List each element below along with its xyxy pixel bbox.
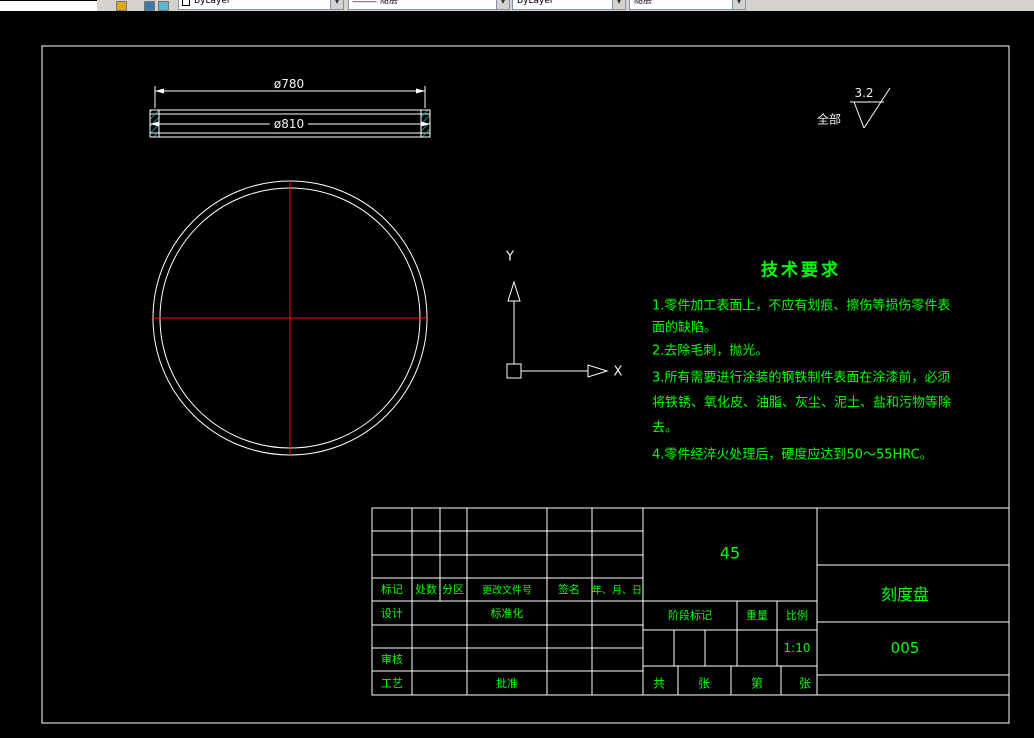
titleblock-label-stage: 阶段标记 [668, 609, 712, 622]
titleblock-label-scale: 比例 [786, 609, 808, 622]
chevron-down-icon[interactable]: ▾ [496, 0, 509, 9]
linetype-control-value: 随层 [380, 0, 399, 6]
dim-outer-diameter-text: ø780 [273, 77, 305, 91]
color-swatch-icon [182, 0, 190, 6]
titleblock-label-sheet2: 张 [798, 676, 812, 691]
lineweight-control-value: ByLayer [517, 0, 554, 6]
titleblock-label-date: 年、月、日 [592, 585, 642, 597]
tech-requirement-line: 去。 [652, 420, 679, 436]
top-toolbar: ByLayer ▾ ——— 随层 ▾ ByLayer ▾ 随层 ▾ [0, 0, 1034, 11]
titleblock-label-total: 共 [652, 676, 666, 691]
tech-requirement-line: 2.去除毛刺，抛光。 [652, 343, 769, 359]
plotstyle-control-combo[interactable]: 随层 ▾ [629, 0, 746, 10]
plotstyle-control-value: 随层 [634, 0, 653, 6]
titleblock-label-standardize: 标准化 [490, 607, 524, 620]
titleblock-part-name: 刻度盘 [880, 585, 930, 604]
tech-requirement-line: 1.零件加工表面上，不应有划痕、擦伤等损伤零件表 [652, 298, 951, 314]
titleblock-material: 45 [719, 543, 741, 563]
cad-window: ø780 ø810 Y X 全部 3.2 技术要求 1.零件加工表面上，不应有划… [0, 0, 1034, 738]
titleblock-label-approve: 批准 [496, 677, 518, 690]
titleblock-label-design: 设计 [381, 607, 403, 620]
titleblock-label-sheet1: 张 [697, 676, 711, 691]
linetype-glyph-icon: ——— [352, 0, 377, 7]
titleblock-label-qty: 处数 [415, 583, 437, 596]
toolbar-icon-2[interactable] [144, 1, 155, 11]
tech-requirement-line: 3.所有需要进行涂装的钢铁制件表面在涂漆前，必须 [652, 370, 951, 386]
tech-requirement-line: 面的缺陷。 [652, 320, 718, 336]
tech-requirements-title: 技术要求 [761, 260, 841, 281]
surface-scope-text: 全部 [816, 112, 842, 127]
titleblock-label-weight: 重量 [746, 609, 768, 622]
dim-overall-diameter-text: ø810 [269, 117, 309, 131]
titleblock-label-sign: 签名 [558, 583, 580, 596]
toolbar-icon-3[interactable] [158, 1, 169, 11]
ucs-y-label: Y [506, 249, 514, 265]
titleblock-label-mark: 标记 [381, 583, 403, 596]
titleblock-scale-value: 1:10 [783, 641, 811, 655]
part-front-view[interactable] [152, 180, 428, 456]
chevron-down-icon[interactable]: ▾ [732, 0, 745, 9]
chevron-down-icon[interactable]: ▾ [330, 0, 343, 9]
tech-requirement-line: 4.零件经淬火处理后，硬度应达到50～55HRC。 [652, 447, 933, 463]
toolbar-left-panel [0, 0, 97, 11]
color-control-value: ByLayer [194, 0, 231, 6]
ucs-x-label: X [613, 364, 623, 380]
toolbar-icon-1[interactable] [116, 1, 127, 11]
titleblock-label-no: 第 [750, 676, 764, 691]
lineweight-control-combo[interactable]: ByLayer ▾ [512, 0, 626, 10]
color-control-combo[interactable]: ByLayer ▾ [178, 0, 344, 10]
surface-roughness-value: 3.2 [854, 86, 874, 100]
chevron-down-icon[interactable]: ▾ [612, 0, 625, 9]
linetype-control-combo[interactable]: ——— 随层 ▾ [348, 0, 510, 10]
titleblock-label-zone: 分区 [442, 583, 464, 596]
ucs-icon [506, 280, 609, 379]
tech-requirement-line: 将铁锈、氧化皮、油脂、灰尘、泥土、盐和污物等除 [652, 395, 952, 411]
titleblock-label-file-no: 更改文件号 [482, 585, 532, 597]
titleblock-label-check: 审核 [381, 653, 403, 666]
titleblock-label-process: 工艺 [381, 677, 403, 690]
titleblock-drawing-no: 005 [890, 639, 920, 657]
